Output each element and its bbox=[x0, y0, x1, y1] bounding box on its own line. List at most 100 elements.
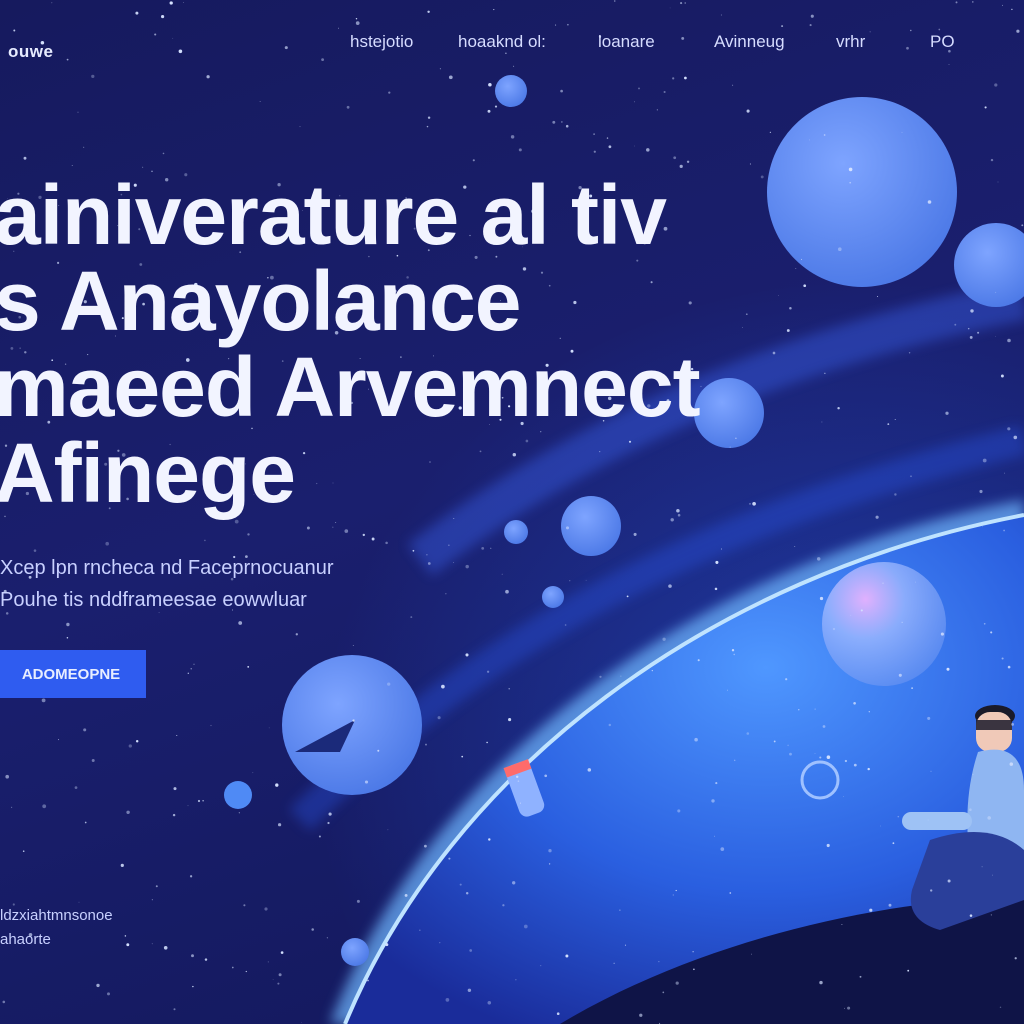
star bbox=[997, 181, 999, 183]
star bbox=[267, 961, 269, 963]
brand-logo[interactable]: ouwe bbox=[8, 42, 53, 62]
star bbox=[548, 849, 552, 853]
star bbox=[388, 91, 391, 94]
star bbox=[887, 423, 890, 426]
star bbox=[23, 156, 27, 160]
star bbox=[510, 135, 515, 139]
star bbox=[639, 1013, 643, 1017]
star bbox=[2, 1000, 6, 1004]
star bbox=[984, 106, 987, 109]
star bbox=[66, 637, 69, 639]
star bbox=[798, 709, 800, 711]
star bbox=[672, 77, 675, 80]
star bbox=[178, 49, 183, 54]
star bbox=[346, 105, 350, 109]
star bbox=[404, 893, 408, 897]
star bbox=[210, 724, 212, 727]
star bbox=[906, 46, 909, 50]
star bbox=[344, 529, 349, 533]
star bbox=[970, 309, 974, 313]
star bbox=[493, 9, 495, 11]
star bbox=[894, 419, 896, 420]
star bbox=[606, 137, 609, 139]
star bbox=[930, 770, 932, 772]
star bbox=[751, 953, 752, 955]
star bbox=[619, 909, 621, 911]
star bbox=[679, 164, 683, 169]
star bbox=[465, 891, 469, 895]
headline-line: ainiverature al tiv bbox=[0, 168, 667, 262]
star bbox=[512, 881, 516, 885]
star bbox=[888, 903, 892, 907]
star bbox=[773, 740, 776, 743]
nav-item-4[interactable]: Avinneug bbox=[714, 32, 785, 52]
star bbox=[720, 847, 725, 851]
star bbox=[169, 1, 173, 5]
star bbox=[245, 970, 247, 973]
star bbox=[910, 29, 912, 32]
star bbox=[321, 58, 325, 62]
nav-item-1[interactable]: hstejotio bbox=[350, 32, 413, 52]
star bbox=[453, 562, 455, 564]
star bbox=[247, 533, 250, 536]
star bbox=[927, 819, 929, 821]
star bbox=[517, 780, 520, 782]
star bbox=[955, 1, 958, 4]
star bbox=[192, 985, 194, 988]
star bbox=[515, 775, 519, 779]
star bbox=[486, 741, 488, 744]
star bbox=[163, 946, 168, 950]
star bbox=[850, 614, 852, 616]
nav-item-3[interactable]: loanare bbox=[598, 32, 655, 52]
star bbox=[1011, 723, 1014, 726]
star bbox=[58, 739, 60, 741]
nav-item-5[interactable]: vrhr bbox=[836, 32, 865, 52]
star bbox=[746, 109, 750, 113]
star bbox=[587, 768, 592, 772]
subtitle-line: Xcep lpn rncheca nd Faceprnocuanur bbox=[0, 557, 334, 579]
star bbox=[427, 116, 431, 119]
star bbox=[853, 701, 856, 705]
star bbox=[927, 716, 931, 720]
nav-item-6[interactable]: PO bbox=[930, 32, 955, 52]
star bbox=[729, 446, 731, 448]
footer-line: ahaorte bbox=[0, 931, 51, 948]
star bbox=[585, 579, 587, 581]
star bbox=[502, 904, 505, 907]
star bbox=[772, 351, 776, 355]
star bbox=[51, 2, 53, 4]
star bbox=[638, 87, 640, 90]
star bbox=[727, 689, 728, 691]
star bbox=[362, 533, 365, 537]
star bbox=[367, 979, 369, 982]
star bbox=[83, 728, 87, 732]
star bbox=[439, 942, 441, 944]
star bbox=[387, 682, 391, 686]
cta-button[interactable]: ADOMEOPNE bbox=[0, 650, 146, 698]
star bbox=[124, 935, 127, 937]
star bbox=[819, 980, 823, 985]
star bbox=[945, 411, 949, 415]
star bbox=[206, 75, 210, 79]
star bbox=[548, 863, 551, 865]
star bbox=[977, 331, 980, 334]
star bbox=[176, 735, 178, 736]
star bbox=[824, 372, 826, 374]
hero-headline: ainiverature al tiv s Anayolance maeed A… bbox=[0, 168, 701, 516]
nav-item-2[interactable]: hoaaknd ol: bbox=[458, 32, 546, 52]
star bbox=[843, 796, 844, 797]
star bbox=[745, 313, 748, 316]
star bbox=[364, 780, 369, 784]
star bbox=[565, 124, 569, 128]
star bbox=[204, 958, 208, 961]
star bbox=[448, 544, 450, 546]
star bbox=[356, 899, 360, 903]
star bbox=[714, 835, 716, 837]
star bbox=[84, 821, 87, 824]
star bbox=[135, 740, 139, 743]
star bbox=[22, 850, 25, 852]
star bbox=[849, 181, 852, 184]
star bbox=[801, 258, 802, 260]
star bbox=[445, 593, 447, 595]
star bbox=[427, 562, 431, 565]
